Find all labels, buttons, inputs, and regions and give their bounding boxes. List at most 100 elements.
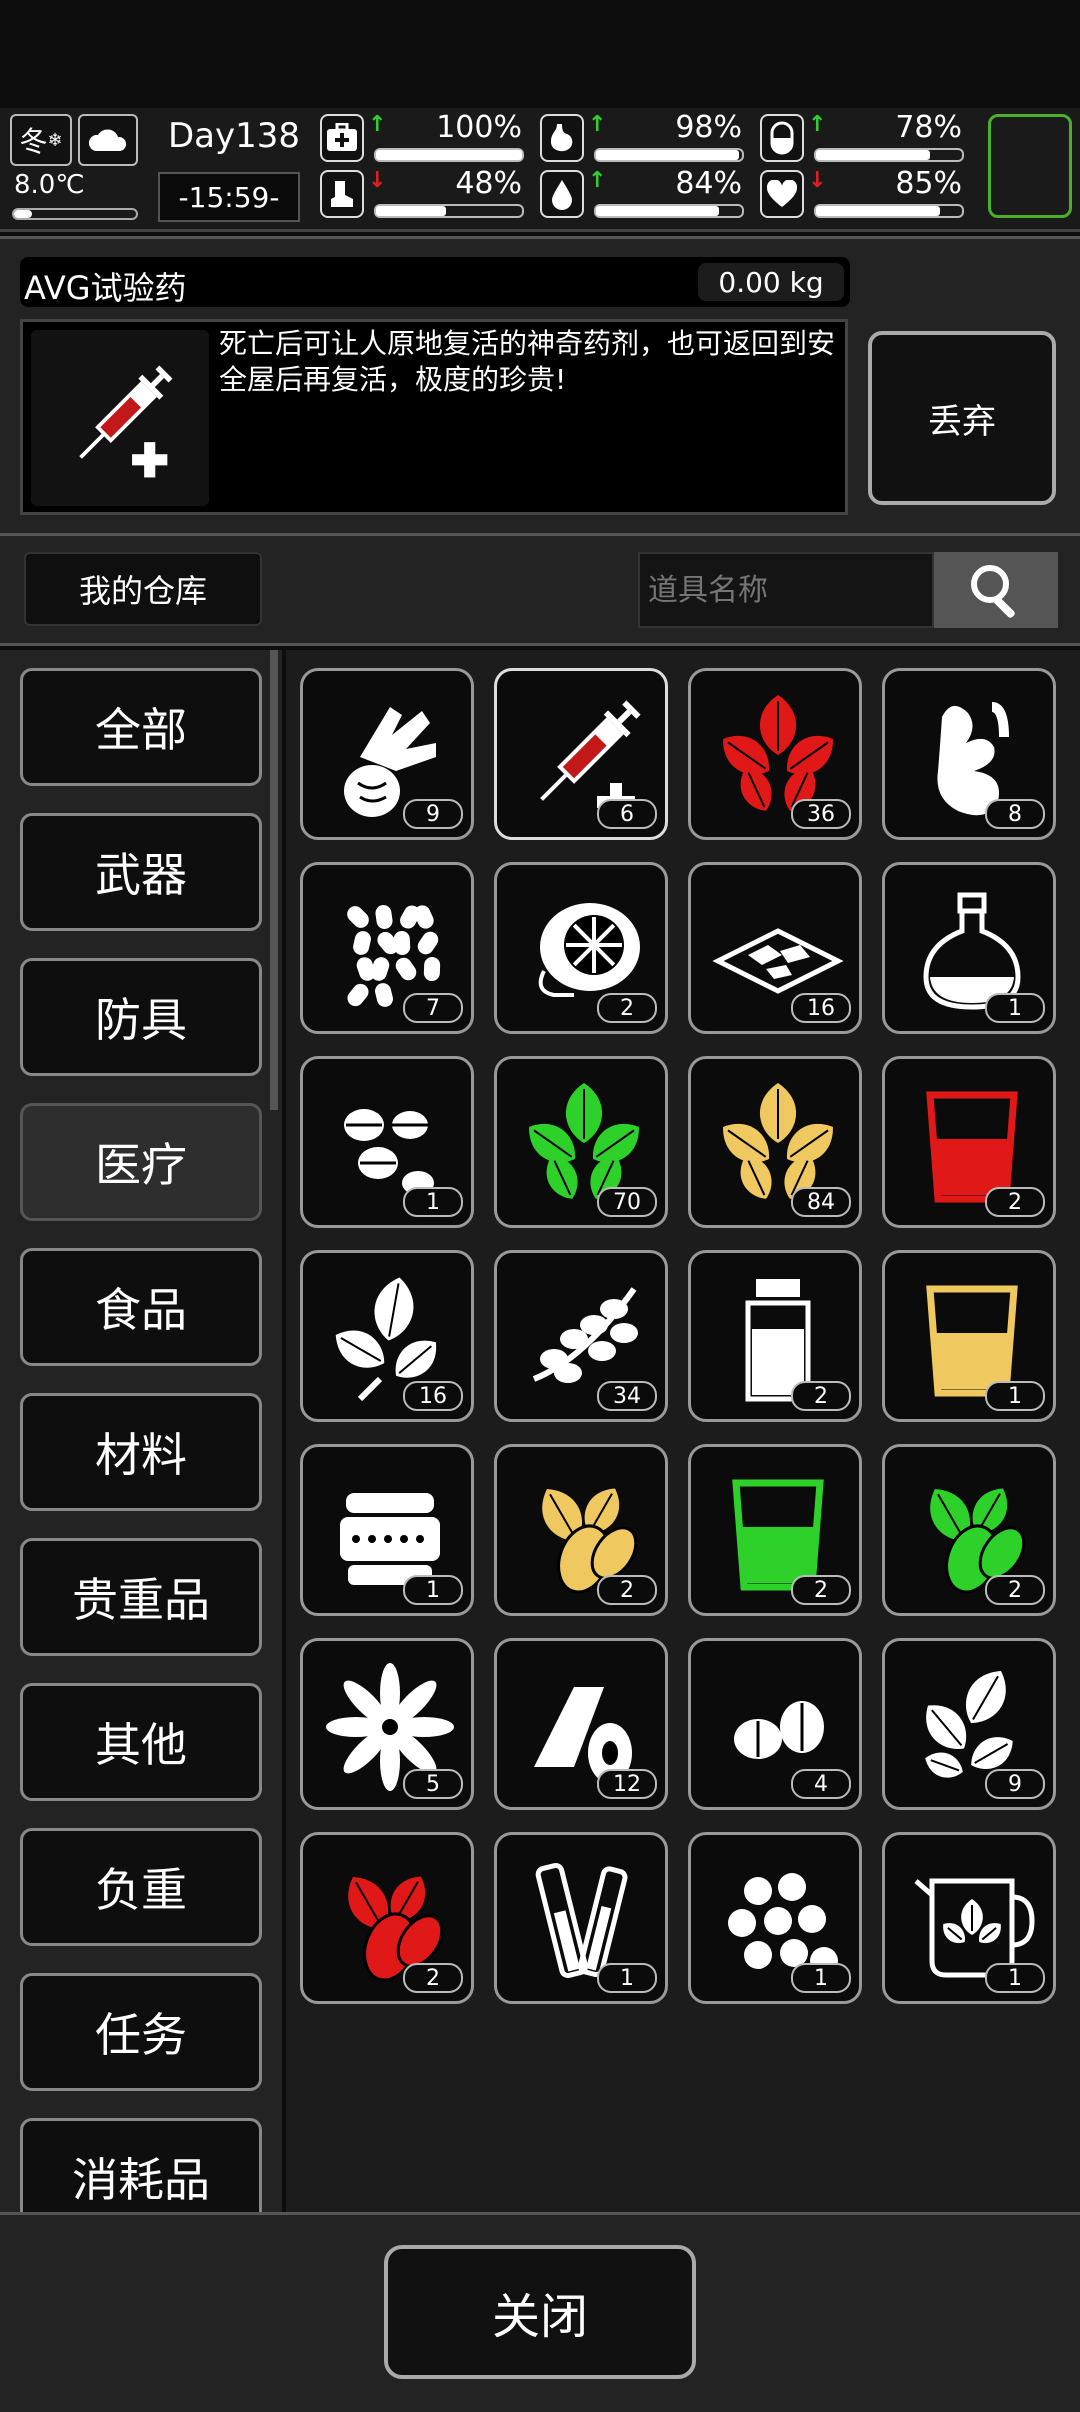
stat-bar bbox=[814, 148, 964, 162]
item-count-badge: 2 bbox=[791, 1381, 851, 1411]
item-count-badge: 34 bbox=[597, 1381, 657, 1411]
inventory-slot[interactable]: 1 bbox=[300, 1056, 474, 1228]
stat-bar bbox=[814, 204, 964, 218]
item-count-badge: 6 bbox=[597, 799, 657, 829]
item-count-badge: 2 bbox=[597, 993, 657, 1023]
stat-value: 98% bbox=[675, 110, 742, 145]
item-count-badge: 1 bbox=[791, 1963, 851, 1993]
season-label: 冬 bbox=[19, 125, 48, 158]
inventory-slot[interactable]: 4 bbox=[688, 1638, 862, 1810]
stomach-icon bbox=[540, 114, 584, 162]
inventory-slot[interactable]: 9 bbox=[882, 1638, 1056, 1810]
health-stat: ↑ 100% bbox=[320, 110, 528, 166]
inventory-slot[interactable]: 2 bbox=[882, 1056, 1056, 1228]
item-count-badge: 2 bbox=[985, 1187, 1045, 1217]
drop-button[interactable]: 丢弃 bbox=[868, 331, 1056, 505]
trend-arrow-icon: ↓ bbox=[368, 168, 387, 193]
footer-bar: 关闭 bbox=[0, 2212, 1080, 2412]
item-count-badge: 16 bbox=[791, 993, 851, 1023]
category-button[interactable]: 全部 bbox=[20, 668, 262, 786]
stat-bar bbox=[594, 148, 744, 162]
temperature-readout: 8.0℃ bbox=[14, 170, 85, 200]
item-count-badge: 1 bbox=[597, 1963, 657, 1993]
inventory-slot[interactable]: 2 bbox=[494, 1444, 668, 1616]
category-sidebar: 全部武器防具医疗食品材料贵重品其他负重任务消耗品 bbox=[0, 650, 282, 2212]
season-indicator: 冬 ❄ bbox=[10, 114, 72, 166]
item-description-box: 死亡后可让人原地复活的神奇药剂，也可返回到安全屋后再复活，极度的珍贵! bbox=[20, 319, 848, 515]
temperature-bar bbox=[12, 208, 138, 220]
category-button[interactable]: 防具 bbox=[20, 958, 262, 1076]
stat-bar bbox=[594, 204, 744, 218]
stat-value: 78% bbox=[895, 110, 962, 145]
day-counter: Day138 bbox=[168, 116, 301, 156]
close-button[interactable]: 关闭 bbox=[384, 2245, 696, 2379]
quick-slot[interactable] bbox=[988, 114, 1072, 218]
category-button[interactable]: 材料 bbox=[20, 1393, 262, 1511]
trend-arrow-icon: ↑ bbox=[368, 112, 387, 137]
category-button[interactable]: 医疗 bbox=[20, 1103, 262, 1221]
stat-value: 100% bbox=[436, 110, 522, 145]
inventory-slot[interactable]: 7 bbox=[300, 862, 474, 1034]
inventory-slot[interactable]: 2 bbox=[688, 1250, 862, 1422]
inventory-slot[interactable]: 2 bbox=[300, 1832, 474, 2004]
category-scrollbar[interactable] bbox=[270, 650, 278, 1110]
item-count-badge: 1 bbox=[403, 1575, 463, 1605]
category-button[interactable]: 负重 bbox=[20, 1828, 262, 1946]
my-warehouse-tab[interactable]: 我的仓库 bbox=[24, 552, 262, 626]
inventory-slot[interactable]: 8 bbox=[882, 668, 1056, 840]
hunger-stat: ↑ 98% bbox=[540, 110, 748, 166]
item-count-badge: 1 bbox=[985, 1381, 1045, 1411]
category-button[interactable]: 任务 bbox=[20, 1973, 262, 2091]
inventory-slot[interactable]: 9 bbox=[300, 668, 474, 840]
item-count-badge: 84 bbox=[791, 1187, 851, 1217]
item-count-badge: 5 bbox=[403, 1769, 463, 1799]
inventory-slot[interactable]: 1 bbox=[882, 1832, 1056, 2004]
item-count-badge: 4 bbox=[791, 1769, 851, 1799]
energy-stat: ↑ 78% bbox=[760, 110, 968, 166]
inventory-slot[interactable]: 16 bbox=[688, 862, 862, 1034]
category-button[interactable]: 消耗品 bbox=[20, 2118, 262, 2212]
thirst-stat: ↑ 84% bbox=[540, 166, 748, 222]
inventory-slot[interactable]: 12 bbox=[494, 1638, 668, 1810]
inventory-slot[interactable]: 6 bbox=[494, 668, 668, 840]
item-info-panel: AVG试验药 0.00 kg 死亡后可让人原地复活的神奇药剂，也可返回到安全屋后… bbox=[0, 236, 1080, 536]
inventory-slot[interactable]: 1 bbox=[688, 1832, 862, 2004]
inventory-slot[interactable]: 16 bbox=[300, 1250, 474, 1422]
stat-bar bbox=[374, 204, 524, 218]
inventory-slot[interactable]: 2 bbox=[494, 862, 668, 1034]
inventory-slot[interactable]: 2 bbox=[688, 1444, 862, 1616]
category-button[interactable]: 武器 bbox=[20, 813, 262, 931]
search-button[interactable] bbox=[934, 552, 1058, 628]
trend-arrow-icon: ↑ bbox=[588, 168, 607, 193]
inventory-screen: 冬 ❄ 8.0℃ Day138 -15:59- ↑ 100% ↑ 98% ↑ 78… bbox=[0, 0, 1080, 2412]
item-search-input[interactable] bbox=[638, 552, 934, 628]
category-button[interactable]: 其他 bbox=[20, 1683, 262, 1801]
inventory-slot[interactable]: 1 bbox=[300, 1444, 474, 1616]
item-count-badge: 16 bbox=[403, 1381, 463, 1411]
category-button[interactable]: 贵重品 bbox=[20, 1538, 262, 1656]
inventory-slot[interactable]: 84 bbox=[688, 1056, 862, 1228]
item-count-badge: 1 bbox=[985, 993, 1045, 1023]
inventory-slot[interactable]: 5 bbox=[300, 1638, 474, 1810]
inventory-slot[interactable]: 34 bbox=[494, 1250, 668, 1422]
medkit-icon bbox=[320, 114, 364, 162]
inventory-slot[interactable]: 2 bbox=[882, 1444, 1056, 1616]
warehouse-bar: 我的仓库 bbox=[0, 536, 1080, 646]
trend-arrow-icon: ↑ bbox=[588, 112, 607, 137]
trend-arrow-icon: ↑ bbox=[808, 112, 827, 137]
inventory-slot[interactable]: 1 bbox=[882, 862, 1056, 1034]
item-count-badge: 1 bbox=[403, 1187, 463, 1217]
item-count-badge: 2 bbox=[791, 1575, 851, 1605]
item-count-badge: 7 bbox=[403, 993, 463, 1023]
inventory-slot[interactable]: 1 bbox=[882, 1250, 1056, 1422]
inventory-slot[interactable]: 36 bbox=[688, 668, 862, 840]
boot-icon bbox=[320, 170, 364, 218]
inventory-slot[interactable]: 1 bbox=[494, 1832, 668, 2004]
mood-stat: ↓ 85% bbox=[760, 166, 968, 222]
inventory-slot[interactable]: 70 bbox=[494, 1056, 668, 1228]
heart-icon bbox=[760, 170, 804, 218]
game-clock: -15:59- bbox=[158, 172, 300, 222]
item-count-badge: 9 bbox=[985, 1769, 1045, 1799]
stat-bar bbox=[374, 148, 524, 162]
category-button[interactable]: 食品 bbox=[20, 1248, 262, 1366]
